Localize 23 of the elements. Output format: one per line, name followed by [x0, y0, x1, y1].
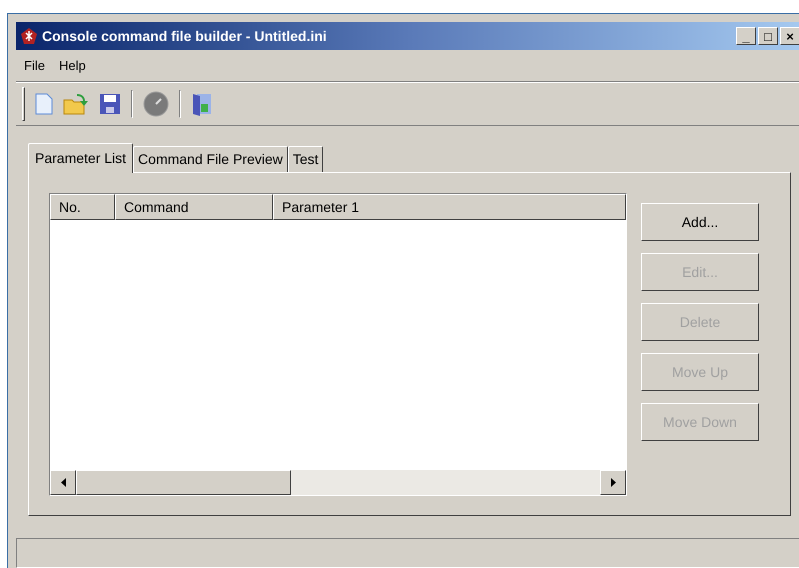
gauge-icon[interactable]	[143, 91, 169, 117]
column-header[interactable]: Command	[115, 194, 273, 220]
window-title: Console command file builder - Untitled.ini	[42, 26, 327, 46]
scroll-right-button[interactable]	[600, 470, 626, 495]
column-header[interactable]: No.	[50, 194, 115, 220]
right-arrow-icon	[610, 478, 616, 487]
left-arrow-icon	[60, 478, 66, 487]
action-button[interactable]: Add...	[641, 203, 759, 241]
tab[interactable]: Test	[288, 146, 324, 172]
menu-item[interactable]: File	[24, 56, 45, 76]
tab[interactable]: Parameter List	[28, 143, 134, 173]
horizontal-scrollbar[interactable]	[50, 470, 626, 495]
minimize-button[interactable]: _	[736, 27, 756, 45]
document-icon[interactable]	[35, 93, 53, 115]
scroll-thumb[interactable]	[76, 470, 291, 495]
maximize-button[interactable]: □	[758, 27, 778, 45]
close-button[interactable]: ×	[780, 27, 799, 45]
door-icon[interactable]	[191, 92, 213, 116]
app-logo-icon	[20, 27, 38, 45]
scroll-left-button[interactable]	[50, 470, 76, 495]
menu-item[interactable]: Help	[58, 56, 86, 76]
tab[interactable]: Command File Preview	[133, 146, 288, 172]
column-header[interactable]: Parameter 1	[273, 194, 626, 220]
